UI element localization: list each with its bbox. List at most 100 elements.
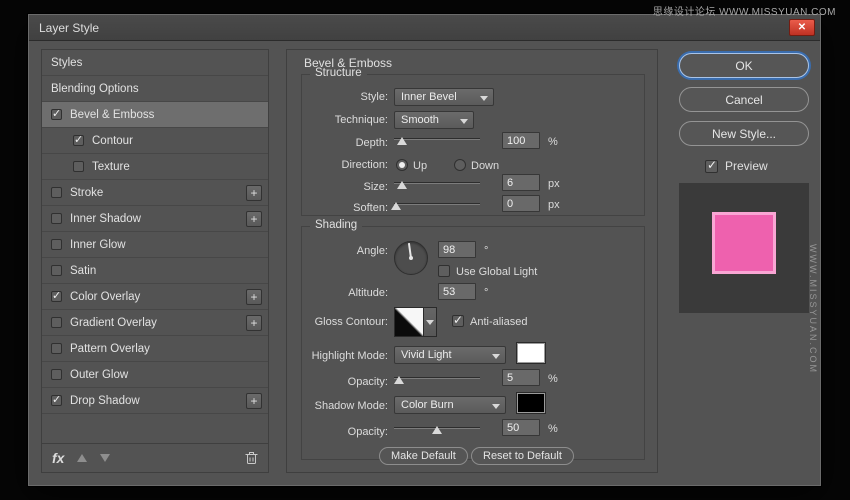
highlight-opacity-input[interactable]: [502, 369, 540, 386]
shadow-mode-dropdown[interactable]: Color Burn: [394, 396, 506, 414]
sidebar-item-styles[interactable]: Styles: [42, 50, 268, 76]
slider-thumb[interactable]: [394, 376, 404, 384]
gloss-contour-label: Gloss Contour:: [302, 316, 388, 328]
new-style-button[interactable]: New Style...: [679, 121, 809, 146]
soften-label: Soften:: [302, 202, 388, 214]
sidebar-item-inner-shadow[interactable]: Inner Shadow +: [42, 206, 268, 232]
depth-label: Depth:: [302, 137, 388, 149]
highlight-opacity-slider[interactable]: [394, 370, 480, 384]
watermark-top: 思缘设计论坛 WWW.MISSYUAN.COM: [653, 3, 836, 18]
ok-button[interactable]: OK: [679, 53, 809, 78]
inner-glow-checkbox[interactable]: [51, 239, 62, 250]
sidebar-item-contour[interactable]: Contour: [42, 128, 268, 154]
shadow-mode-label: Shadow Mode:: [302, 400, 388, 412]
drop-shadow-checkbox[interactable]: [51, 395, 62, 406]
gloss-contour-dropdown-arrow[interactable]: [424, 307, 437, 337]
depth-slider[interactable]: [394, 131, 480, 145]
size-input[interactable]: [502, 174, 540, 191]
add-inner-shadow-button[interactable]: +: [246, 211, 262, 227]
use-global-light-checkbox[interactable]: [438, 265, 450, 277]
anti-aliased-checkbox[interactable]: [452, 315, 464, 327]
style-dropdown[interactable]: Inner Bevel: [394, 88, 494, 106]
fx-icon[interactable]: fx: [52, 450, 64, 466]
sidebar-item-color-overlay[interactable]: Color Overlay +: [42, 284, 268, 310]
stroke-checkbox[interactable]: [51, 187, 62, 198]
highlight-mode-dropdown[interactable]: Vivid Light: [394, 346, 506, 364]
slider-thumb[interactable]: [397, 181, 407, 189]
technique-label: Technique:: [302, 114, 388, 126]
angle-dial[interactable]: [394, 241, 428, 275]
slider-thumb[interactable]: [391, 202, 401, 210]
size-slider[interactable]: [394, 175, 480, 189]
direction-up-radio[interactable]: [396, 159, 408, 171]
gloss-contour-thumbnail[interactable]: [394, 307, 424, 337]
shadow-opacity-slider[interactable]: [394, 420, 480, 434]
sidebar-item-label: Drop Shadow: [70, 395, 140, 407]
soften-slider[interactable]: [394, 196, 480, 210]
pattern-overlay-checkbox[interactable]: [51, 343, 62, 354]
close-button[interactable]: ✕: [789, 19, 815, 36]
sidebar-item-label: Bevel & Emboss: [70, 109, 154, 121]
move-down-icon[interactable]: [100, 454, 110, 462]
soften-input[interactable]: [502, 195, 540, 212]
chevron-down-icon: [492, 404, 500, 409]
shadow-opacity-input[interactable]: [502, 419, 540, 436]
cancel-button[interactable]: Cancel: [679, 87, 809, 112]
sidebar-item-blending-options[interactable]: Blending Options: [42, 76, 268, 102]
sidebar-item-satin[interactable]: Satin: [42, 258, 268, 284]
technique-dropdown[interactable]: Smooth: [394, 111, 474, 129]
sidebar-item-outer-glow[interactable]: Outer Glow: [42, 362, 268, 388]
contour-checkbox[interactable]: [73, 135, 84, 146]
delete-effect-button[interactable]: [245, 451, 258, 465]
angle-input[interactable]: [438, 241, 476, 258]
gradient-overlay-checkbox[interactable]: [51, 317, 62, 328]
sidebar-item-inner-glow[interactable]: Inner Glow: [42, 232, 268, 258]
sidebar-item-label: Stroke: [70, 187, 103, 199]
shadow-color-swatch[interactable]: [516, 392, 546, 414]
sidebar-item-pattern-overlay[interactable]: Pattern Overlay: [42, 336, 268, 362]
altitude-unit: °: [484, 287, 488, 299]
technique-value: Smooth: [401, 114, 439, 126]
sidebar-item-label: Blending Options: [51, 83, 139, 95]
sidebar-item-label: Styles: [51, 57, 82, 69]
sidebar-item-label: Gradient Overlay: [70, 317, 157, 329]
shadow-mode-value: Color Burn: [401, 399, 454, 411]
satin-checkbox[interactable]: [51, 265, 62, 276]
sidebar-item-texture[interactable]: Texture: [42, 154, 268, 180]
sidebar-item-label: Pattern Overlay: [70, 343, 150, 355]
direction-down-radio[interactable]: [454, 159, 466, 171]
sidebar-item-bevel-emboss[interactable]: Bevel & Emboss: [42, 102, 268, 128]
altitude-label: Altitude:: [302, 287, 388, 299]
sidebar-item-gradient-overlay[interactable]: Gradient Overlay +: [42, 310, 268, 336]
add-color-overlay-button[interactable]: +: [246, 289, 262, 305]
preview-checkbox[interactable]: [705, 160, 718, 173]
sidebar-item-label: Inner Shadow: [70, 213, 141, 225]
add-stroke-button[interactable]: +: [246, 185, 262, 201]
make-default-button[interactable]: Make Default: [379, 447, 468, 465]
direction-up-label: Up: [413, 160, 427, 172]
bevel-emboss-panel: Bevel & Emboss Structure Style: Inner Be…: [286, 49, 658, 473]
preview-toggle[interactable]: Preview: [705, 159, 768, 173]
add-gradient-overlay-button[interactable]: +: [246, 315, 262, 331]
depth-input[interactable]: [502, 132, 540, 149]
slider-thumb[interactable]: [432, 426, 442, 434]
use-global-light-label: Use Global Light: [456, 266, 537, 278]
trash-icon: [245, 451, 258, 465]
preview-label: Preview: [725, 159, 768, 173]
direction-label: Direction:: [302, 159, 388, 171]
move-up-icon[interactable]: [77, 454, 87, 462]
soften-unit: px: [548, 199, 560, 211]
sidebar-item-drop-shadow[interactable]: Drop Shadow +: [42, 388, 268, 414]
bevel-emboss-checkbox[interactable]: [51, 109, 62, 120]
color-overlay-checkbox[interactable]: [51, 291, 62, 302]
highlight-color-swatch[interactable]: [516, 342, 546, 364]
inner-shadow-checkbox[interactable]: [51, 213, 62, 224]
outer-glow-checkbox[interactable]: [51, 369, 62, 380]
reset-to-default-button[interactable]: Reset to Default: [471, 447, 574, 465]
altitude-input[interactable]: [438, 283, 476, 300]
add-drop-shadow-button[interactable]: +: [246, 393, 262, 409]
sidebar-item-stroke[interactable]: Stroke +: [42, 180, 268, 206]
dialog-titlebar[interactable]: Layer Style: [29, 15, 820, 41]
texture-checkbox[interactable]: [73, 161, 84, 172]
slider-thumb[interactable]: [397, 137, 407, 145]
